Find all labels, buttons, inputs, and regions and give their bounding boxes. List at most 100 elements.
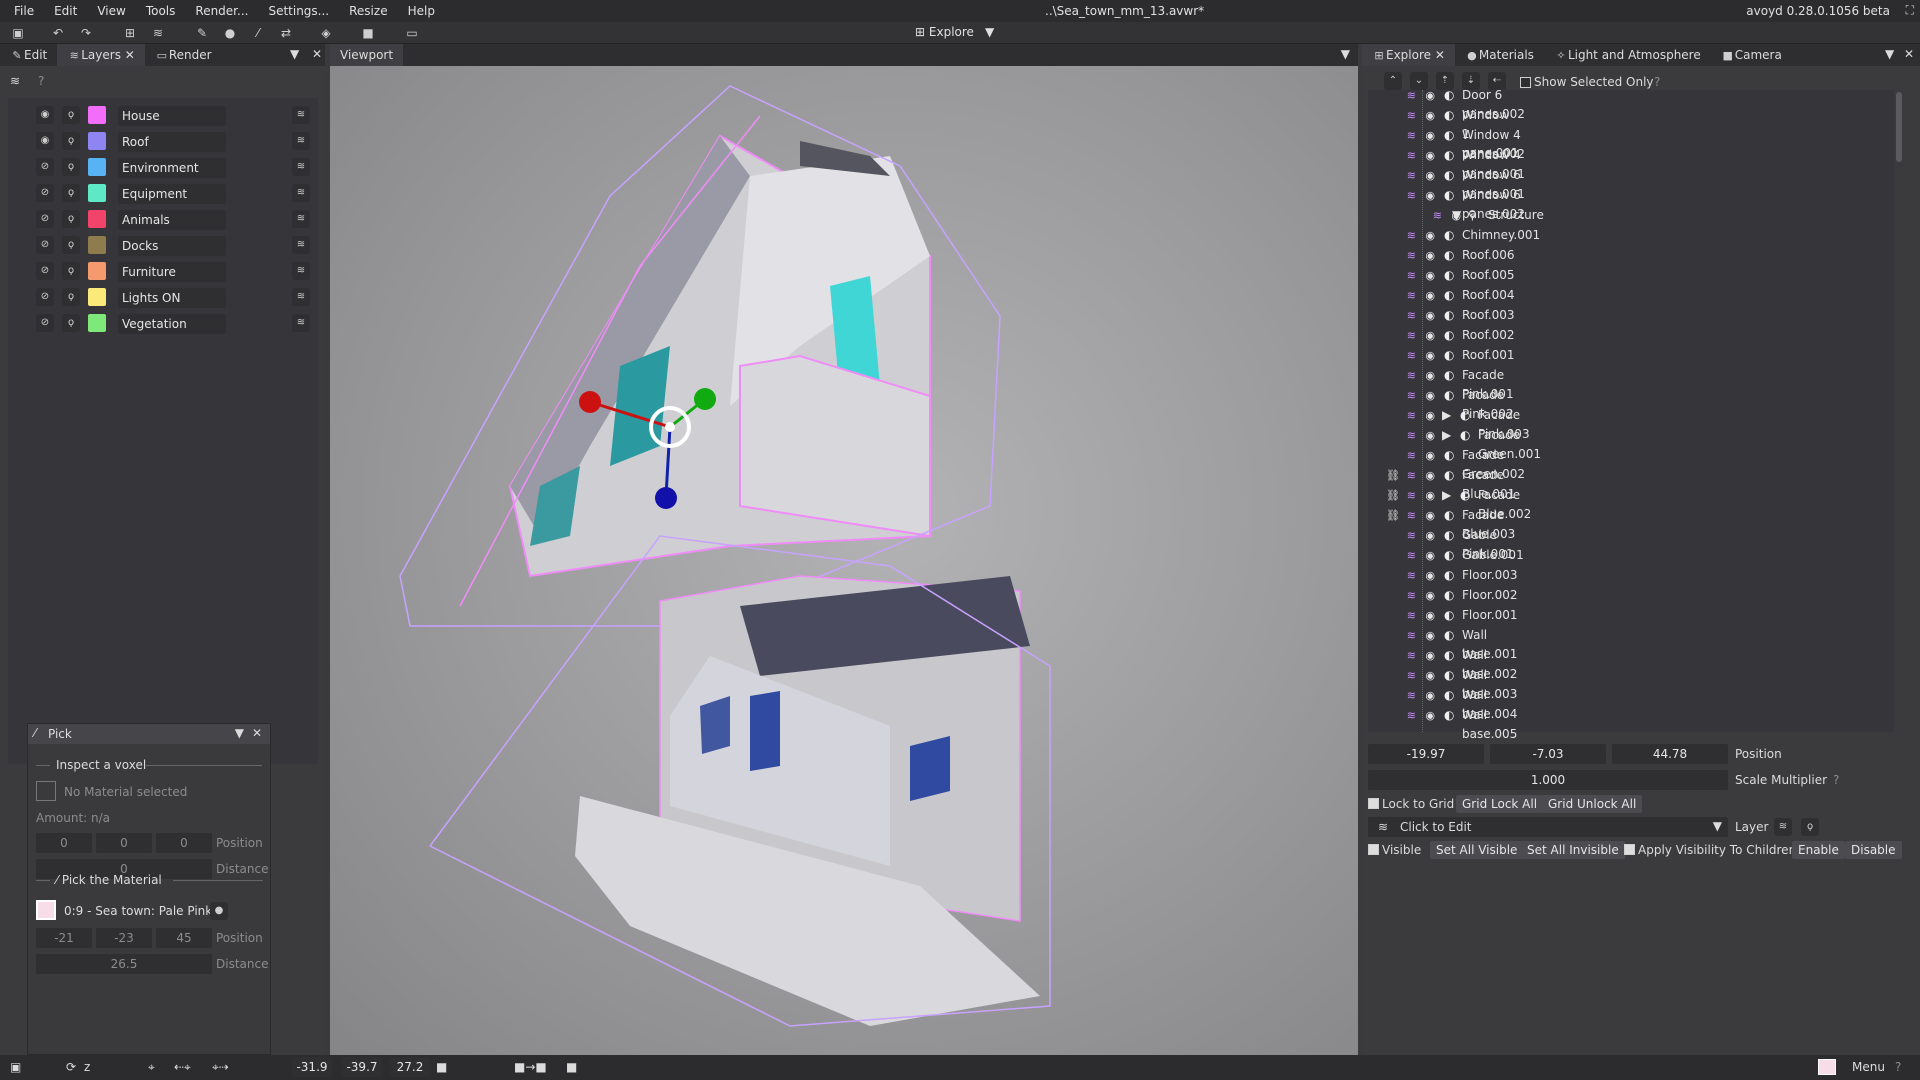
layers-icon[interactable]: ≋ [1407,366,1416,385]
visible-checkbox[interactable] [1368,844,1379,855]
layers-icon[interactable]: ≋ [1407,606,1416,625]
screenshot-icon[interactable]: ▣ [10,1060,21,1074]
eye-icon[interactable]: ◉ [1425,186,1435,205]
lasso-icon[interactable]: ϙ [62,236,80,254]
layer-color-swatch[interactable] [88,184,106,202]
eye-icon[interactable]: ◉ [1425,546,1435,565]
layers-icon[interactable]: ≋ [1407,166,1416,185]
layer-color-swatch[interactable] [88,288,106,306]
layer-menu-icon[interactable]: ≋ [292,158,310,176]
layers-icon[interactable]: ≋ [1407,406,1416,425]
camera-icon[interactable]: ■ [360,25,376,41]
panel-menu-icon[interactable]: ▼ [1885,47,1894,61]
layers-icon[interactable]: ≋ [1407,506,1416,525]
link-icon[interactable]: ⛓ [1386,466,1400,485]
close-icon[interactable]: ✕ [1904,47,1914,61]
eye-icon[interactable]: ◉ [1425,326,1435,345]
eye-icon[interactable]: ◉ [1425,346,1435,365]
layers-icon[interactable]: ≋ [1407,246,1416,265]
eye-off-icon[interactable]: ⊘ [36,314,54,332]
layers-icon[interactable]: ≋ [1407,186,1416,205]
eye-icon[interactable]: ◉ [36,106,54,124]
layer-color-swatch[interactable] [88,132,106,150]
eye-icon[interactable]: ◉ [1425,166,1435,185]
lasso-icon[interactable]: ϙ [62,288,80,306]
eyedropper-icon[interactable]: ⁄ [250,25,266,41]
layers-icon[interactable]: ≋ [1407,666,1416,685]
eye-icon[interactable]: ◉ [1425,386,1435,405]
layer-menu-icon[interactable]: ≋ [292,132,310,150]
tab-materials[interactable]: ● Materials [1455,44,1544,66]
lasso-icon[interactable]: ϙ [62,132,80,150]
eye-off-icon[interactable]: ⊘ [36,262,54,280]
redo-icon[interactable]: ↷ [78,25,94,41]
undo-icon[interactable]: ↶ [50,25,66,41]
grid-unlock-all-button[interactable]: Grid Unlock All [1542,795,1643,813]
save-icon[interactable]: ▣ [10,25,26,41]
collapse-arrow-icon[interactable]: ▶ [1442,406,1451,425]
layer-menu-icon[interactable]: ≋ [292,262,310,280]
layer-menu-icon[interactable]: ≋ [292,106,310,124]
eye-off-icon[interactable]: ⊘ [36,210,54,228]
layer-name[interactable]: Vegetation [118,314,226,334]
eye-icon[interactable]: ◉ [1425,406,1435,425]
picked-pos-x[interactable]: -21 [36,928,92,948]
location-icon[interactable]: ⌖ [148,1060,155,1075]
next-location-icon[interactable]: ⌖⇢ [212,1060,229,1075]
layer-name[interactable]: Lights ON [118,288,226,308]
apply-visibility-checkbox[interactable] [1624,844,1635,855]
prev-location-icon[interactable]: ⇠⌖ [174,1060,191,1075]
picked-distance[interactable]: 26.5 [36,954,212,974]
refresh-icon[interactable]: ⟳ [66,1060,76,1074]
menu-item[interactable]: View [87,4,135,18]
eye-icon[interactable]: ◉ [1425,486,1435,505]
layers-icon[interactable]: ≋ [1407,486,1416,505]
help-icon[interactable]: ? [1654,75,1660,89]
layers-icon[interactable]: ≋ [1774,818,1792,836]
eye-icon[interactable]: ◉ [1425,646,1435,665]
close-icon[interactable]: ✕ [125,48,135,62]
eye-icon[interactable]: ◉ [1425,246,1435,265]
tab-viewport[interactable]: Viewport [330,44,404,66]
layer-color-swatch[interactable] [88,262,106,280]
layers-icon[interactable]: ≋ [1407,346,1416,365]
eye-icon[interactable]: ◉ [1425,506,1435,525]
close-icon[interactable]: ✕ [312,47,322,61]
eye-icon[interactable]: ◉ [1425,126,1435,145]
picked-pos-y[interactable]: -23 [96,928,152,948]
layers-icon[interactable]: ≋ [1407,86,1416,105]
camera-path-icon[interactable]: ■→■ [514,1060,547,1074]
layers-icon[interactable]: ≋ [1407,386,1416,405]
swap-icon[interactable]: ⇄ [278,25,294,41]
layer-name[interactable]: Environment [118,158,226,178]
close-icon[interactable]: ✕ [1435,48,1445,62]
menu-item[interactable]: Settings... [258,4,339,18]
tab-render[interactable]: ▭ Render [145,44,222,66]
lasso-icon[interactable]: ϙ [62,184,80,202]
layers-icon[interactable]: ≋ [1407,266,1416,285]
eye-icon[interactable]: ◉ [1425,286,1435,305]
lasso-icon[interactable]: ϙ [62,210,80,228]
layer-menu-icon[interactable]: ≋ [292,236,310,254]
collapse-icon[interactable]: ▼ [235,726,244,740]
mode-selector[interactable]: ⊞ Explore [915,25,974,39]
layer-name[interactable]: Roof [118,132,226,152]
eye-icon[interactable]: ◉ [1425,626,1435,645]
eye-icon[interactable]: ◉ [1425,466,1435,485]
layer-menu-icon[interactable]: ≋ [292,288,310,306]
eye-icon[interactable]: ◉ [1425,586,1435,605]
layer-color-swatch[interactable] [88,158,106,176]
lasso-icon[interactable]: ϙ [62,262,80,280]
layers-icon[interactable]: ≋ [1407,546,1416,565]
layer-color-swatch[interactable] [88,236,106,254]
eye-off-icon[interactable]: ⊘ [36,288,54,306]
viewport-3d[interactable] [330,66,1358,1055]
menu-item[interactable]: Edit [44,4,87,18]
close-icon[interactable]: ✕ [252,726,262,740]
tab-light[interactable]: ✧ Light and Atmosphere [1544,44,1711,66]
layer-color-swatch[interactable] [88,106,106,124]
lasso-icon[interactable]: ϙ [1801,818,1819,836]
layer-name[interactable]: Furniture [118,262,226,282]
help-icon[interactable]: ? [1833,773,1839,787]
eye-icon[interactable]: ◉ [1425,106,1435,125]
